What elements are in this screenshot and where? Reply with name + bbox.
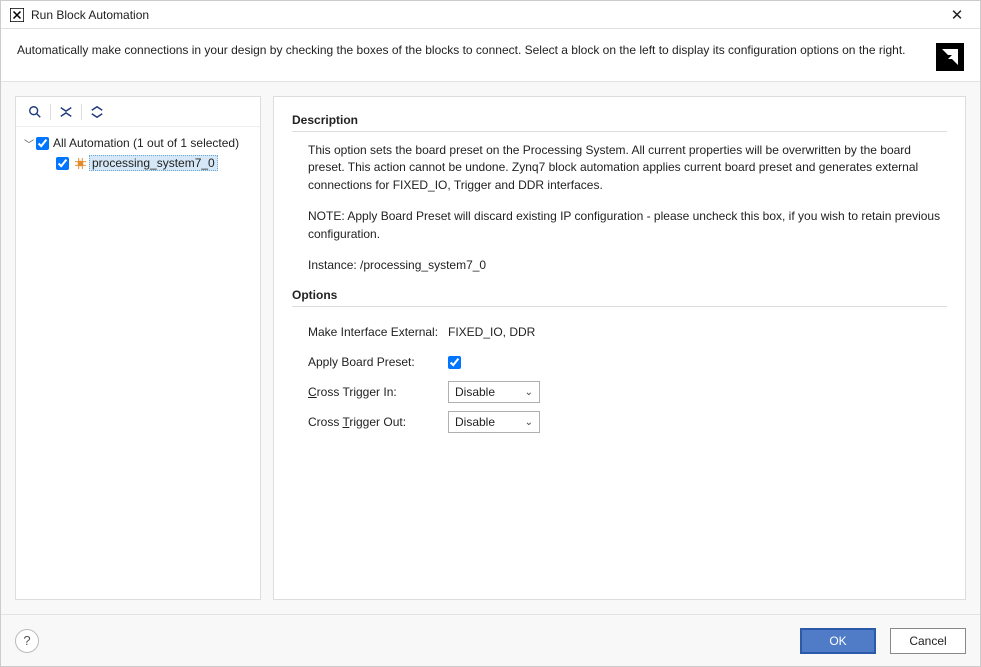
- tree-root-row[interactable]: ﹀ All Automation (1 out of 1 selected): [20, 133, 256, 153]
- option-cross-trigger-out: Cross TCross Trigger Out:rigger Out: Dis…: [308, 407, 947, 437]
- description-instance: Instance: /processing_system7_0: [308, 257, 947, 274]
- tree-root-label: All Automation (1 out of 1 selected): [51, 136, 239, 150]
- divider: [292, 131, 947, 132]
- expand-all-icon[interactable]: [86, 101, 108, 123]
- amd-logo-icon: [936, 43, 964, 71]
- tree-child-row[interactable]: processing_system7_0: [20, 153, 256, 173]
- close-icon[interactable]: ✕: [942, 1, 972, 29]
- apply-board-preset-checkbox[interactable]: [448, 356, 461, 369]
- chevron-down-icon: ⌄: [525, 387, 533, 398]
- option-cross-trigger-in: CCross Trigger In:ross Trigger In: Disab…: [308, 377, 947, 407]
- help-icon[interactable]: ?: [15, 629, 39, 653]
- options-heading: Options: [292, 288, 947, 302]
- processing-system-checkbox[interactable]: [56, 157, 69, 170]
- options-table: Make Interface External: FIXED_IO, DDR A…: [292, 317, 947, 437]
- make-interface-external-value: FIXED_IO, DDR: [448, 325, 535, 339]
- make-interface-external-label: Make Interface External:: [308, 325, 448, 339]
- dialog-footer: ? OK Cancel: [1, 614, 980, 666]
- chevron-down-icon: ⌄: [525, 417, 533, 428]
- header-description-bar: Automatically make connections in your d…: [1, 29, 980, 82]
- content-area: ﹀ All Automation (1 out of 1 selected) p…: [1, 82, 980, 614]
- tree-toolbar: [16, 97, 260, 127]
- cross-trigger-in-select[interactable]: Disable ⌄: [448, 381, 540, 403]
- header-description-text: Automatically make connections in your d…: [17, 43, 928, 59]
- titlebar: Run Block Automation ✕: [1, 1, 980, 29]
- run-block-automation-dialog: Run Block Automation ✕ Automatically mak…: [0, 0, 981, 667]
- option-apply-board-preset: Apply Board Preset:: [308, 347, 947, 377]
- cross-trigger-in-value: Disable: [455, 385, 495, 399]
- ok-button[interactable]: OK: [800, 628, 876, 654]
- cancel-button[interactable]: Cancel: [890, 628, 966, 654]
- cross-trigger-out-label: Cross TCross Trigger Out:rigger Out:: [308, 415, 448, 429]
- option-make-interface-external: Make Interface External: FIXED_IO, DDR: [308, 317, 947, 347]
- dialog-title: Run Block Automation: [31, 8, 942, 22]
- automation-tree: ﹀ All Automation (1 out of 1 selected) p…: [16, 127, 260, 179]
- cross-trigger-in-label: CCross Trigger In:ross Trigger In:: [308, 385, 448, 399]
- collapse-all-icon[interactable]: [55, 101, 77, 123]
- divider: [292, 306, 947, 307]
- cross-trigger-out-value: Disable: [455, 415, 495, 429]
- description-body: This option sets the board preset on the…: [292, 142, 947, 274]
- toolbar-separator: [50, 104, 51, 120]
- cross-trigger-out-select[interactable]: Disable ⌄: [448, 411, 540, 433]
- details-panel: Description This option sets the board p…: [273, 96, 966, 600]
- apply-board-preset-label: Apply Board Preset:: [308, 355, 448, 369]
- tree-child-label: processing_system7_0: [89, 155, 218, 171]
- description-heading: Description: [292, 113, 947, 127]
- tree-panel: ﹀ All Automation (1 out of 1 selected) p…: [15, 96, 261, 600]
- all-automation-checkbox[interactable]: [36, 137, 49, 150]
- search-icon[interactable]: [24, 101, 46, 123]
- toolbar-separator: [81, 104, 82, 120]
- app-icon: [9, 7, 25, 23]
- description-para1: This option sets the board preset on the…: [308, 142, 947, 194]
- chevron-down-icon[interactable]: ﹀: [24, 136, 36, 151]
- description-para2: NOTE: Apply Board Preset will discard ex…: [308, 208, 947, 243]
- ip-block-icon: [74, 157, 86, 169]
